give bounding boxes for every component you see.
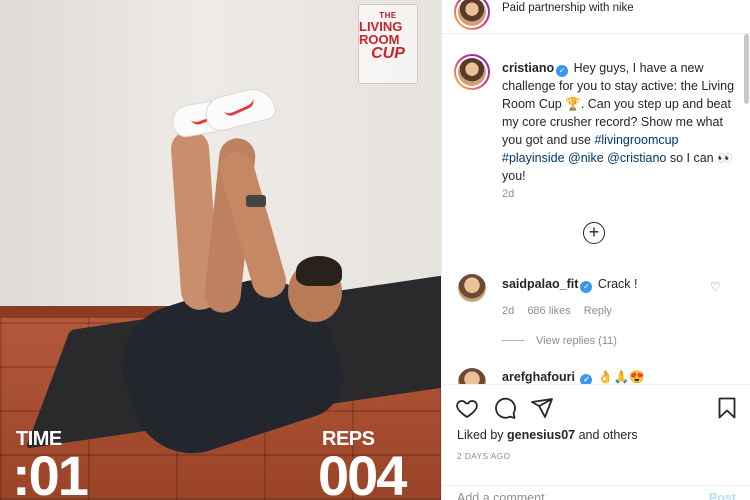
comment-username[interactable]: saidpalao_fit bbox=[502, 277, 578, 291]
caption-username[interactable]: cristiano bbox=[502, 61, 554, 75]
comment-emoji: 👌🙏😍 bbox=[597, 370, 645, 384]
eyes-emoji: 👀 bbox=[717, 151, 733, 165]
liked-by-user[interactable]: genesius07 bbox=[507, 428, 575, 442]
caption-text: you! bbox=[502, 169, 526, 183]
hashtag-link[interactable]: #playinside bbox=[502, 151, 565, 165]
view-replies-label: View replies (11) bbox=[536, 335, 617, 347]
trophy-emoji: 🏆 bbox=[565, 97, 581, 111]
verified-icon: ✓ bbox=[556, 65, 569, 77]
logo-line-3: CUP bbox=[371, 45, 405, 62]
comment-box: Post bbox=[442, 485, 750, 500]
mention-link[interactable]: @nike bbox=[568, 151, 604, 165]
reply-button[interactable]: Reply bbox=[584, 305, 612, 317]
mention-link[interactable]: @cristiano bbox=[607, 151, 666, 165]
replies-divider bbox=[502, 340, 524, 341]
panel-scrollbar[interactable] bbox=[744, 34, 749, 104]
post-actions: Liked by genesius07 and others 2 DAYS AG… bbox=[442, 384, 750, 500]
share-icon[interactable] bbox=[529, 395, 555, 421]
liked-by-suffix[interactable]: and others bbox=[575, 428, 638, 442]
liked-by-prefix: Liked by bbox=[457, 428, 508, 442]
bookmark-icon[interactable] bbox=[714, 395, 740, 421]
post-side-panel: Paid partnership with nike ••• cristiano… bbox=[441, 0, 750, 500]
comment-likes[interactable]: 686 likes bbox=[527, 305, 570, 317]
athlete-hair bbox=[296, 256, 342, 286]
post-header: Paid partnership with nike ••• bbox=[442, 0, 750, 34]
caption-time[interactable]: 2d bbox=[502, 188, 514, 200]
more-icon[interactable]: ••• bbox=[723, 0, 739, 4]
liked-by[interactable]: Liked by genesius07 and others bbox=[457, 428, 638, 442]
view-replies-button[interactable]: View replies (11) bbox=[502, 335, 617, 347]
post-media[interactable]: THE LIVING ROOM CUP TIME :01 REPS 004 bbox=[0, 0, 441, 500]
athlete-watch bbox=[246, 195, 266, 207]
comment-username[interactable]: arefghafouri bbox=[502, 370, 575, 384]
reps-value: 004 bbox=[318, 444, 407, 500]
comment-text: Crack ! bbox=[597, 277, 638, 291]
paid-partnership-link[interactable]: Paid partnership with nike bbox=[502, 2, 634, 14]
post-caption: cristiano ✓ Hey guys, I have a new challe… bbox=[502, 59, 742, 185]
time-value: :01 bbox=[12, 444, 89, 500]
commenter-avatar[interactable] bbox=[458, 274, 486, 302]
comment-icon[interactable] bbox=[492, 395, 518, 421]
post-comment-button[interactable]: Post bbox=[709, 491, 736, 500]
comment-time[interactable]: 2d bbox=[502, 305, 514, 317]
comment-meta: 2d 686 likes Reply bbox=[502, 305, 622, 317]
logo-line-2: LIVING ROOM bbox=[359, 19, 403, 47]
comment-heart-icon[interactable]: ♡ bbox=[710, 280, 722, 294]
comment: saidpalao_fit ✓ Crack ! bbox=[502, 275, 702, 293]
comment-input[interactable] bbox=[457, 491, 677, 500]
author-avatar[interactable] bbox=[454, 0, 490, 30]
living-room-cup-logo: THE LIVING ROOM CUP bbox=[358, 4, 418, 84]
add-comment-icon[interactable]: + bbox=[583, 222, 605, 244]
verified-icon: ✓ bbox=[580, 281, 593, 293]
heart-icon[interactable] bbox=[454, 395, 480, 421]
swoosh-logo bbox=[223, 97, 257, 119]
post-timestamp[interactable]: 2 DAYS AGO bbox=[457, 451, 510, 461]
caption-text: so I can bbox=[666, 151, 718, 165]
caption-avatar[interactable] bbox=[454, 54, 490, 90]
hashtag-link[interactable]: #livingroomcup bbox=[594, 133, 678, 147]
